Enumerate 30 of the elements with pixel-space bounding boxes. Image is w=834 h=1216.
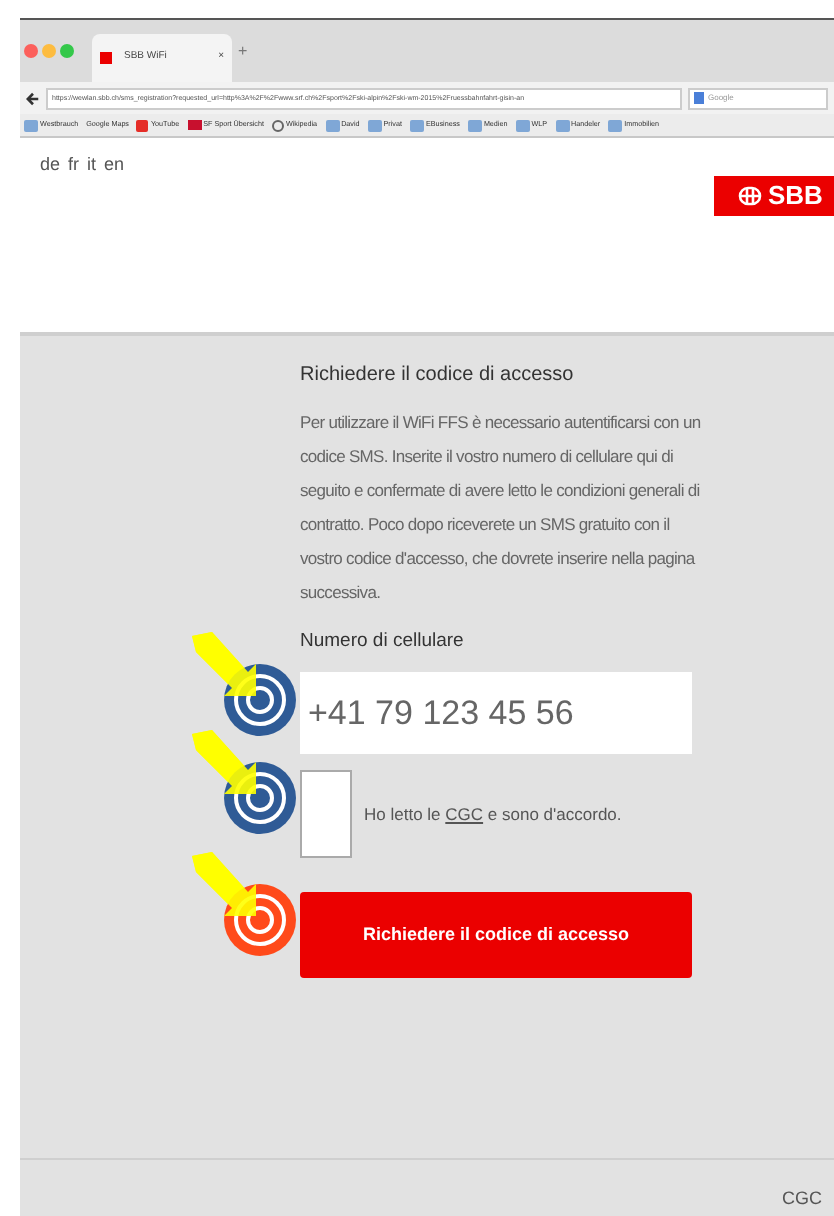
consent-text: Ho letto le CGC e sono d'accordo. <box>364 801 622 828</box>
sbb-logo: SBB <box>714 176 834 216</box>
folder-icon <box>467 119 482 131</box>
folder-icon <box>325 119 340 131</box>
consent-checkbox[interactable] <box>300 770 352 859</box>
folder-icon <box>367 119 382 131</box>
submit-button[interactable]: Richiedere il codice di accesso <box>300 892 692 979</box>
footer-link[interactable]: CGC <box>782 1185 822 1212</box>
sbb-favicon-icon <box>100 52 112 64</box>
globe-icon <box>271 119 284 131</box>
maximize-window-icon[interactable] <box>60 44 74 58</box>
intro-paragraph: Per utilizzare il WiFi FFS è necessario autentificarsi con un codice SMS. Inserite il vostro numero di cellulare qui di seguito e confermate di avere letto le condizioni generali di contratto. Poco dopo riceverete un SMS gratuito con il vostro codice d'accesso, che dovrete inserire nella pagina successiva. <box>300 410 703 606</box>
folder-icon <box>608 119 623 131</box>
language-link[interactable]: de <box>40 152 61 179</box>
form-title: Richiedere il codice di accesso <box>300 364 576 388</box>
back-arrow-icon[interactable] <box>26 91 40 105</box>
language-link[interactable]: it <box>87 152 97 179</box>
folder-icon <box>515 119 530 131</box>
folder-icon <box>409 119 424 131</box>
close-window-icon[interactable] <box>24 44 38 58</box>
sbb-logo-icon <box>738 186 762 206</box>
language-link[interactable]: en <box>104 152 125 179</box>
bookmark-favicon-icon <box>187 119 202 130</box>
folder-icon <box>555 119 570 131</box>
phone-label: Numero di cellulare <box>300 628 466 656</box>
minimize-window-icon[interactable] <box>42 44 56 58</box>
language-link[interactable]: fr <box>68 152 80 179</box>
phone-input-field[interactable]: +41 79 123 45 56 <box>300 672 692 755</box>
folder-icon <box>24 119 38 131</box>
terms-link[interactable]: CGC <box>445 803 484 824</box>
